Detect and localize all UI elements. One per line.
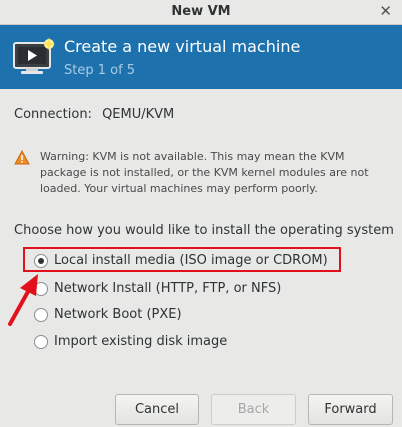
annotation-arrow-icon	[8, 274, 38, 326]
radio-label: Import existing disk image	[54, 334, 228, 349]
window-titlebar: New VM ✕	[0, 0, 402, 25]
connection-label: Connection:	[14, 107, 92, 122]
back-button[interactable]: Back	[211, 394, 296, 425]
forward-button[interactable]: Forward	[308, 394, 393, 425]
warning-icon	[14, 150, 30, 165]
warning-text: Warning: KVM is not available. This may …	[40, 150, 369, 195]
cancel-button[interactable]: Cancel	[115, 394, 199, 425]
install-method-prompt: Choose how you would like to install the…	[14, 223, 394, 238]
monitor-play-icon	[13, 37, 55, 74]
header-banner: Create a new virtual machine Step 1 of 5	[0, 25, 402, 89]
connection-value: QEMU/KVM	[102, 107, 175, 122]
header-title: Create a new virtual machine	[64, 37, 301, 56]
close-icon[interactable]: ✕	[379, 2, 392, 20]
radio-label: Network Boot (PXE)	[54, 307, 182, 322]
radio-label: Network Install (HTTP, FTP, or NFS)	[54, 281, 282, 296]
connection-row: Connection: QEMU/KVM	[14, 107, 174, 122]
annotation-highlight-box	[23, 247, 341, 272]
radio-button[interactable]	[34, 335, 48, 349]
window-title: New VM	[171, 4, 231, 19]
step-indicator: Step 1 of 5	[64, 63, 136, 78]
